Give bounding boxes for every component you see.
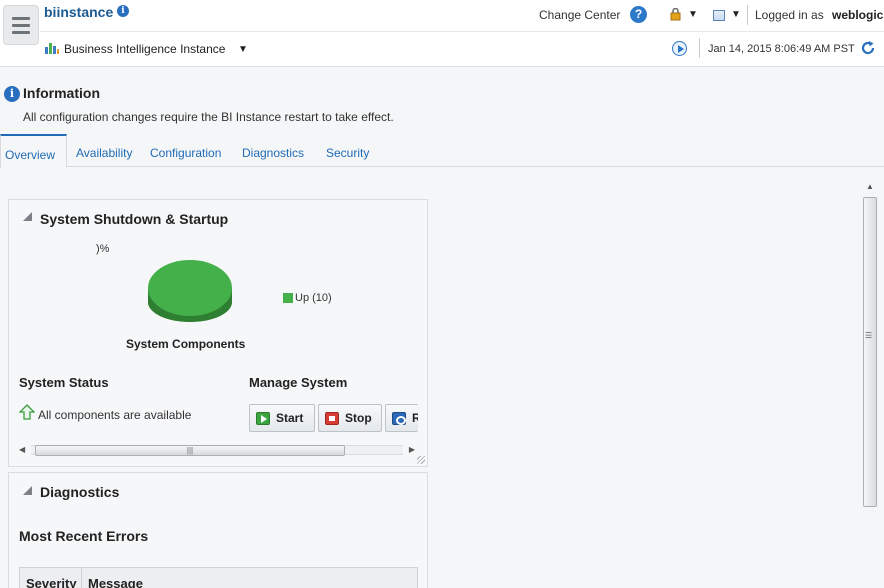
- tab-configuration[interactable]: Configuration: [150, 134, 221, 167]
- header-divider: [40, 31, 884, 32]
- logged-in-label: Logged in as: [755, 8, 824, 22]
- panel-title: System Shutdown & Startup: [40, 211, 229, 227]
- chart-legend: Up (10): [283, 292, 332, 304]
- information-title: Information: [23, 85, 100, 101]
- target-menu[interactable]: Business Intelligence Instance: [64, 42, 225, 56]
- panel-title: Diagnostics: [40, 484, 120, 500]
- scroll-left-arrow-icon[interactable]: ◀: [19, 445, 25, 454]
- system-components-pie-chart: [148, 260, 232, 322]
- column-header-message[interactable]: Message: [82, 568, 417, 588]
- page-image-icon[interactable]: [713, 10, 725, 21]
- information-message: All configuration changes require the BI…: [23, 110, 394, 124]
- information-icon: i: [4, 86, 20, 102]
- main-content: i Information All configuration changes …: [0, 67, 884, 588]
- manage-system-title: Manage System: [249, 375, 348, 390]
- stop-icon: [325, 411, 339, 425]
- start-button-label: Start: [276, 411, 304, 425]
- errors-table-header: Severity Message: [19, 567, 418, 588]
- stop-button-label: Stop: [345, 411, 372, 425]
- tab-bar: Overview Availability Configuration Diag…: [0, 134, 884, 168]
- top-header: biinstance i Change Center ? ▼ ▼ Logged …: [0, 0, 884, 67]
- restart-button-label: R: [412, 411, 418, 425]
- pie-percent-label: )%: [96, 243, 110, 255]
- help-icon[interactable]: ?: [630, 6, 647, 23]
- legend-swatch: [283, 293, 293, 303]
- collapse-triangle-icon[interactable]: [23, 212, 32, 221]
- system-status-message: All components are available: [38, 408, 192, 422]
- system-shutdown-startup-panel: System Shutdown & Startup )% Up (10) Sys…: [8, 199, 428, 467]
- header-separator: [747, 5, 748, 25]
- lock-icon[interactable]: [670, 8, 681, 21]
- restart-icon: [392, 411, 406, 425]
- system-status-title: System Status: [19, 375, 109, 390]
- chart-label: System Components: [126, 337, 246, 351]
- start-button[interactable]: Start: [249, 404, 315, 432]
- bi-instance-target-icon: [45, 43, 59, 54]
- start-icon: [256, 411, 270, 425]
- image-dropdown-chevron-icon[interactable]: ▼: [731, 9, 741, 20]
- resize-grip-icon[interactable]: [417, 456, 425, 464]
- page-title: biinstance: [44, 4, 114, 20]
- tab-security[interactable]: Security: [326, 134, 369, 167]
- restart-button[interactable]: R: [385, 404, 418, 432]
- header-separator-2: [699, 38, 700, 58]
- scroll-right-arrow-icon[interactable]: ▶: [409, 445, 415, 454]
- refresh-icon[interactable]: [860, 40, 876, 56]
- hamburger-menu-icon[interactable]: [3, 5, 39, 45]
- vertical-scroll-thumb[interactable]: [863, 197, 877, 507]
- change-center-link[interactable]: Change Center: [539, 8, 620, 22]
- lock-dropdown-chevron-icon[interactable]: ▼: [688, 9, 698, 20]
- user-menu[interactable]: weblogic: [832, 8, 883, 22]
- up-arrow-status-icon: [19, 404, 35, 420]
- collapse-triangle-icon[interactable]: [23, 486, 32, 495]
- info-icon[interactable]: i: [117, 5, 129, 17]
- column-header-severity[interactable]: Severity: [20, 568, 82, 588]
- legend-label: Up (10): [295, 292, 332, 304]
- vertical-scrollbar[interactable]: ▲ ☰: [862, 179, 878, 511]
- refresh-timestamp: Jan 14, 2015 8:06:49 AM PST: [708, 43, 855, 55]
- tab-overview[interactable]: Overview: [0, 134, 67, 168]
- most-recent-errors-title: Most Recent Errors: [19, 528, 149, 544]
- scroll-grip-icon: ☰: [865, 331, 873, 340]
- target-menu-chevron-icon[interactable]: ▼: [238, 44, 248, 55]
- tab-diagnostics[interactable]: Diagnostics: [242, 134, 304, 167]
- stop-button[interactable]: Stop: [318, 404, 382, 432]
- pie-slice-up: [148, 260, 232, 316]
- diagnostics-panel: Diagnostics Most Recent Errors Severity …: [8, 472, 428, 588]
- scroll-thumb[interactable]: |||: [35, 445, 345, 456]
- scroll-up-arrow-icon[interactable]: ▲: [866, 182, 874, 191]
- horizontal-scrollbar[interactable]: ◀ ||| ▶: [19, 442, 415, 458]
- tab-availability[interactable]: Availability: [76, 134, 132, 167]
- auto-refresh-play-icon[interactable]: [672, 41, 687, 56]
